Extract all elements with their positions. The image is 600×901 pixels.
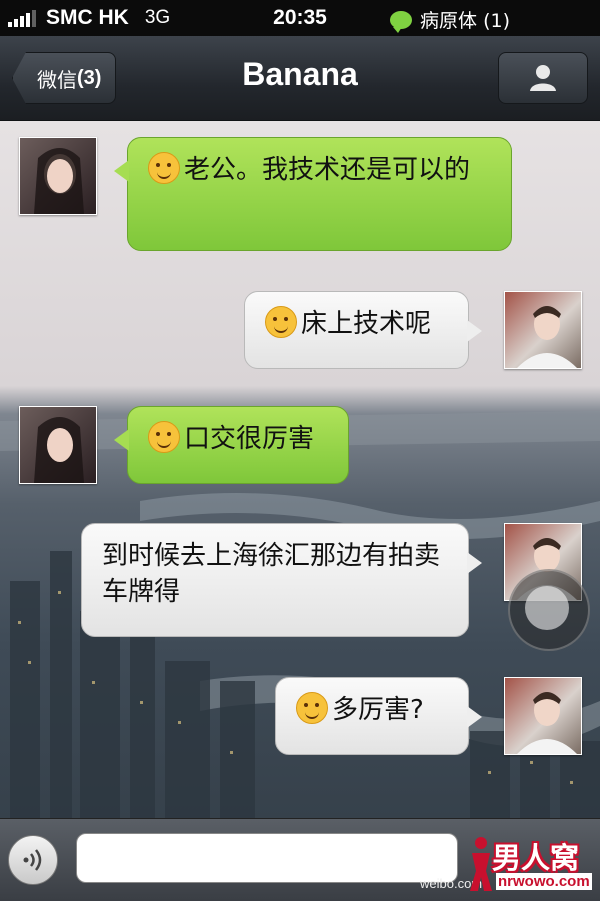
signal-bars-icon bbox=[8, 9, 36, 27]
message-bubble-incoming[interactable]: 老公。我技术还是可以的 bbox=[114, 137, 512, 251]
message-text: 多厉害? bbox=[332, 695, 424, 725]
notification-text: 病原体 (1) bbox=[420, 10, 510, 32]
assistive-touch-button[interactable] bbox=[508, 569, 590, 651]
message-bubble-outgoing[interactable]: 多厉害? bbox=[275, 677, 482, 755]
message-input[interactable] bbox=[76, 833, 458, 883]
wechat-bubble-icon bbox=[390, 10, 413, 33]
site-name-cn: 男人窝 bbox=[492, 841, 580, 875]
avatar-photo bbox=[34, 417, 84, 483]
network-type: 3G bbox=[144, 7, 171, 28]
back-button[interactable]: 微信 (3) bbox=[12, 52, 117, 104]
status-bar: SMC HK 3G 20:35 病原体 (1) bbox=[0, 0, 600, 36]
message-text: 口交很厉害 bbox=[184, 424, 315, 454]
message-text: 老公。我技术还是可以的 bbox=[184, 155, 471, 185]
avatar-self[interactable] bbox=[504, 677, 582, 755]
person-icon bbox=[530, 65, 556, 91]
thinking-face-icon bbox=[296, 692, 328, 724]
blushing-face-icon bbox=[148, 421, 180, 453]
unread-count: (3) bbox=[77, 66, 102, 89]
back-label: 微信 bbox=[37, 67, 77, 92]
avatar-photo bbox=[34, 148, 84, 214]
blushing-face-icon bbox=[148, 152, 180, 184]
chat-area[interactable]: 老公。我技术还是可以的 床上技术呢 口交很厉害 到时候去上海徐汇那边有拍卖车牌得… bbox=[0, 121, 600, 818]
nav-bar: 微信 (3) Banana bbox=[0, 36, 600, 121]
voice-button[interactable] bbox=[8, 835, 58, 885]
message-text: 床上技术呢 bbox=[301, 309, 432, 339]
avatar-contact[interactable] bbox=[19, 137, 97, 215]
avatar-self[interactable] bbox=[504, 291, 582, 369]
message-bubble-outgoing[interactable]: 床上技术呢 bbox=[244, 291, 482, 369]
avatar-photo bbox=[517, 692, 577, 754]
site-name-en: nrwowo.com bbox=[496, 873, 592, 890]
message-text: 到时候去上海徐汇那边有拍卖车牌得 bbox=[102, 541, 441, 607]
message-bubble-outgoing[interactable]: 到时候去上海徐汇那边有拍卖车牌得 bbox=[81, 523, 482, 637]
voice-icon bbox=[23, 849, 42, 871]
message-bubble-incoming[interactable]: 口交很厉害 bbox=[114, 406, 349, 484]
avatar-photo bbox=[517, 306, 577, 368]
carrier-name: SMC HK bbox=[46, 6, 129, 29]
site-watermark-logo: 男人窝 nrwowo.com bbox=[466, 835, 592, 893]
profile-button[interactable] bbox=[498, 52, 588, 104]
avatar-contact[interactable] bbox=[19, 406, 97, 484]
grinning-face-icon bbox=[265, 306, 297, 338]
notification[interactable]: 病原体 (1) bbox=[390, 6, 510, 33]
